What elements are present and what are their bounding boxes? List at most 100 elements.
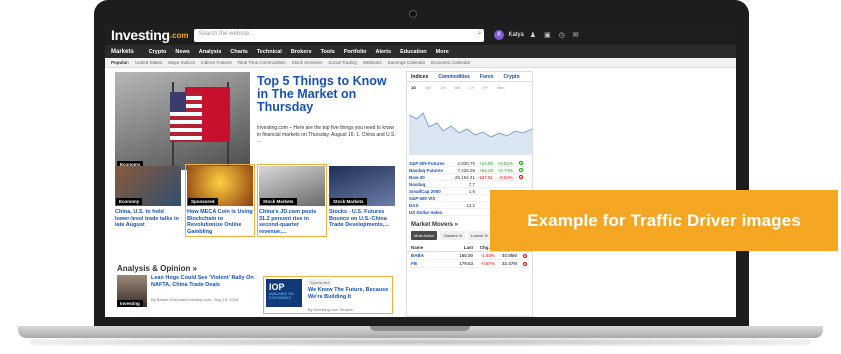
quote-name[interactable]: Nasdaq Futures xyxy=(409,168,451,173)
main-nav: Markets Crypto News Analysis Charts Tech… xyxy=(105,45,736,58)
bell-icon[interactable]: ♟ xyxy=(530,31,536,39)
tab-indices[interactable]: Indices xyxy=(411,74,428,80)
article-title[interactable]: China, U.S. to hold lower-level trade ta… xyxy=(115,209,181,229)
quote-name[interactable]: S&P 500 VIX xyxy=(409,196,451,201)
index-chart[interactable] xyxy=(408,93,533,155)
hero-image[interactable]: ★ Economy xyxy=(115,72,250,170)
clock-icon[interactable]: ◷ xyxy=(559,31,565,39)
period-1w[interactable]: 1W xyxy=(425,85,431,90)
popular-link[interactable]: Indices Futures xyxy=(201,60,232,65)
search-input[interactable]: Search the website... ⌕ xyxy=(194,28,485,42)
author-photo[interactable]: Investing xyxy=(117,275,147,307)
nav-item-technical[interactable]: Technical xyxy=(257,49,282,55)
nav-item-crypto[interactable]: Crypto xyxy=(149,49,167,55)
tab-most-active[interactable]: Most Active xyxy=(411,231,438,240)
quote-name[interactable]: SmallCap 2000 xyxy=(409,189,451,194)
article-image[interactable]: Stock Markets xyxy=(329,166,395,206)
article-title[interactable]: China's JD.com posts 31.2 percent rise i… xyxy=(259,209,325,235)
quote-row[interactable]: Nasdaq 7,7 xyxy=(409,181,532,188)
user-menu[interactable]: K Katya xyxy=(494,30,524,40)
popular-link[interactable]: Webinars xyxy=(363,60,382,65)
sponsored-image[interactable]: IOP AVAILABLE ON EXCHANGES xyxy=(266,279,302,307)
movers-row[interactable]: FB 179.53 -0.87% 32.47M xyxy=(407,260,532,268)
nav-item-brokers[interactable]: Brokers xyxy=(291,49,312,55)
quote-name[interactable]: US Dollar Index xyxy=(409,210,451,215)
period-5y[interactable]: 5Y xyxy=(483,85,488,90)
analysis-title[interactable]: Lean Hogs Could See 'Violent' Rally On N… xyxy=(151,275,261,288)
status-dot-icon xyxy=(519,161,523,165)
popular-link[interactable]: United States xyxy=(135,60,162,65)
popular-link[interactable]: Stock Screener xyxy=(292,60,323,65)
article-image[interactable]: Stock Markets xyxy=(259,166,325,206)
quote-last: 2,830.75 xyxy=(457,160,475,166)
nav-item-tools[interactable]: Tools xyxy=(321,49,335,55)
article-image[interactable]: Sponsored xyxy=(187,166,253,206)
tab-commodities[interactable]: Commodities xyxy=(438,74,470,80)
chart-area xyxy=(409,113,532,155)
header-icons: ♟ ▣ ◷ ✉ xyxy=(530,31,579,39)
site-logo[interactable]: Investing xyxy=(111,27,170,43)
mover-name[interactable]: FB xyxy=(411,261,451,266)
sponsored-title[interactable]: We Know The Future, Because We're Buildi… xyxy=(308,287,390,300)
author-tag: Investing xyxy=(117,300,143,307)
mail-icon[interactable]: ✉ xyxy=(573,31,579,39)
nav-item-analysis[interactable]: Analysis xyxy=(199,49,222,55)
popular-link[interactable]: Economic Calendar xyxy=(431,60,470,65)
hero-title[interactable]: Top 5 Things to Know in The Market on Th… xyxy=(257,75,392,114)
popular-link[interactable]: Real Time Commodities xyxy=(238,60,286,65)
quote-change: +14.00 xyxy=(479,160,493,166)
tab-crypto[interactable]: Crypto xyxy=(504,74,520,80)
analysis-section-title[interactable]: Analysis & Opinion » xyxy=(117,264,197,273)
article-card[interactable]: Economy China, U.S. to hold lower-level … xyxy=(115,166,181,229)
sponsored-card[interactable]: IOP AVAILABLE ON EXCHANGES Sponsored We … xyxy=(263,276,393,314)
quote-name[interactable]: Dow 30 xyxy=(409,175,451,180)
avatar[interactable]: K xyxy=(494,30,505,40)
us-flag-canton xyxy=(170,92,186,112)
period-max[interactable]: Max xyxy=(497,85,505,90)
period-1d[interactable]: 1D xyxy=(411,85,416,90)
camera-icon xyxy=(409,10,417,18)
quote-row[interactable]: S&P 500 Futures 2,830.75 +14.00 +0.51% xyxy=(409,160,532,167)
movers-row[interactable]: BABA 165.00 -1.93% 40.85M xyxy=(407,252,532,260)
site-header: Investing .com Search the website... ⌕ K… xyxy=(105,25,736,45)
mover-name[interactable]: BABA xyxy=(411,253,451,258)
quote-row[interactable]: Dow 30 25,162.41 -137.51 -0.54% xyxy=(409,174,532,181)
user-name[interactable]: Katya xyxy=(508,32,523,38)
article-title[interactable]: Stocks - U.S. Futures Bounce on U.S.-Chi… xyxy=(329,209,395,229)
period-1y[interactable]: 1Y xyxy=(469,85,474,90)
tab-gainers[interactable]: Gainers % xyxy=(440,231,466,240)
nav-item-portfolio[interactable]: Portfolio xyxy=(344,49,367,55)
portfolio-icon[interactable]: ▣ xyxy=(544,31,551,39)
nav-item-more[interactable]: More xyxy=(436,49,449,55)
quote-name[interactable]: Nasdaq xyxy=(409,182,451,187)
sponsored-image-text: IOP xyxy=(269,282,285,292)
status-dot-icon xyxy=(523,261,527,266)
popular-link[interactable]: Major Indices xyxy=(168,60,195,65)
search-icon[interactable]: ⌕ xyxy=(478,30,482,38)
status-dot-icon xyxy=(519,175,523,179)
nav-item-alerts[interactable]: Alerts xyxy=(375,49,391,55)
mover-last: 179.53 xyxy=(459,261,473,266)
nav-item-education[interactable]: Education xyxy=(400,49,427,55)
period-6m[interactable]: 6M xyxy=(455,85,461,90)
article-card[interactable]: Stock Markets Stocks - U.S. Futures Boun… xyxy=(329,166,395,229)
popular-bar: Popular: United States Major Indices Ind… xyxy=(105,58,736,68)
article-tag: Stock Markets xyxy=(260,198,297,205)
article-card-sponsored[interactable]: Sponsored How MECA Coin is Using Blockch… xyxy=(185,164,255,237)
nav-item-news[interactable]: News xyxy=(175,49,189,55)
quote-name[interactable]: S&P 500 Futures xyxy=(409,161,451,166)
article-card-boxed[interactable]: Stock Markets China's JD.com posts 31.2 … xyxy=(257,164,327,237)
quote-row[interactable]: Nasdaq Futures 7,428.25 +54.25 +0.74% xyxy=(409,167,532,174)
tab-losers[interactable]: Losers % xyxy=(468,231,491,240)
sponsored-image-subtext: AVAILABLE ON EXCHANGES xyxy=(269,292,294,300)
popular-link[interactable]: Social Trading xyxy=(328,60,357,65)
period-1m[interactable]: 1M xyxy=(440,85,446,90)
tab-forex[interactable]: Forex xyxy=(480,74,494,80)
popular-link[interactable]: Earnings Calendar xyxy=(388,60,425,65)
article-image[interactable]: Economy xyxy=(115,166,181,206)
article-title[interactable]: How MECA Coin is Using Blockchain to Rev… xyxy=(187,209,253,235)
us-flag xyxy=(170,92,202,142)
nav-item-markets[interactable]: Markets xyxy=(111,49,134,55)
quote-name[interactable]: DAX xyxy=(409,203,451,208)
nav-item-charts[interactable]: Charts xyxy=(230,49,247,55)
